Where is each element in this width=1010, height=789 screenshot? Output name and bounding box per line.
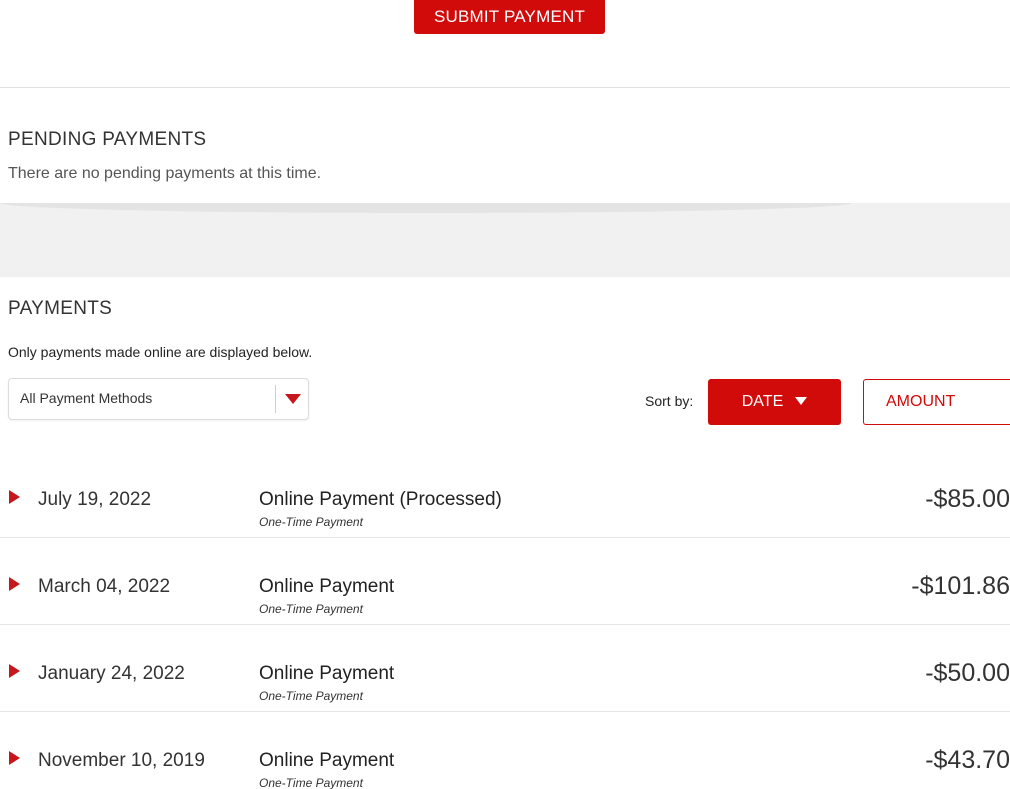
payment-method-select[interactable]: All Payment Methods	[8, 378, 309, 420]
submit-payment-button[interactable]: SUBMIT PAYMENT	[414, 0, 605, 34]
sort-date-button[interactable]: DATE	[708, 379, 841, 425]
pending-payments-message: There are no pending payments at this ti…	[8, 165, 322, 182]
payments-note: Only payments made online are displayed …	[8, 344, 313, 360]
payment-method-value: All Payment Methods	[20, 390, 153, 406]
payment-row[interactable]: January 24, 2022 Online Payment One-Time…	[0, 625, 1010, 712]
expand-arrow-icon[interactable]	[9, 490, 20, 504]
expand-arrow-icon[interactable]	[9, 751, 20, 765]
select-divider	[275, 385, 276, 413]
sort-by-label: Sort by:	[645, 393, 694, 409]
sort-amount-button[interactable]: AMOUNT	[863, 379, 1010, 425]
payment-description: Online Payment	[259, 576, 395, 597]
payment-type: One-Time Payment	[259, 689, 363, 703]
payments-section: PAYMENTS Only payments made online are d…	[0, 277, 1010, 789]
payment-date: November 10, 2019	[38, 750, 205, 771]
payment-amount: -$85.00	[925, 485, 1010, 513]
payment-description: Online Payment	[259, 750, 395, 771]
payment-amount: -$50.00	[925, 659, 1010, 687]
sort-desc-icon	[795, 396, 808, 405]
payment-description: Online Payment	[259, 663, 395, 684]
pending-payments-section: PENDING PAYMENTS There are no pending pa…	[0, 88, 1010, 204]
payment-type: One-Time Payment	[259, 776, 363, 789]
payment-date: March 04, 2022	[38, 576, 171, 597]
expand-arrow-icon[interactable]	[9, 577, 20, 591]
payments-list: July 19, 2022 Online Payment (Processed)…	[0, 451, 1010, 789]
sort-amount-label: AMOUNT	[886, 393, 956, 410]
divider-curve	[0, 203, 852, 213]
chevron-down-icon[interactable]	[285, 394, 301, 404]
submit-section: SUBMIT PAYMENT	[0, 0, 1010, 88]
payment-row[interactable]: March 04, 2022 Online Payment One-Time P…	[0, 538, 1010, 625]
expand-arrow-icon[interactable]	[9, 664, 20, 678]
payment-description: Online Payment (Processed)	[259, 489, 502, 510]
payment-type: One-Time Payment	[259, 515, 363, 529]
payment-date: July 19, 2022	[38, 489, 152, 510]
payment-row[interactable]: July 19, 2022 Online Payment (Processed)…	[0, 451, 1010, 538]
section-divider-band	[0, 203, 1010, 277]
payment-amount: -$43.70	[925, 746, 1010, 774]
sort-date-label: DATE	[741, 393, 784, 410]
payments-title: PAYMENTS	[8, 298, 113, 319]
payment-date: January 24, 2022	[38, 663, 185, 684]
payment-type: One-Time Payment	[259, 602, 363, 616]
payment-amount: -$101.86	[911, 572, 1010, 600]
pending-payments-title: PENDING PAYMENTS	[8, 129, 207, 150]
payment-row[interactable]: November 10, 2019 Online Payment One-Tim…	[0, 712, 1010, 789]
